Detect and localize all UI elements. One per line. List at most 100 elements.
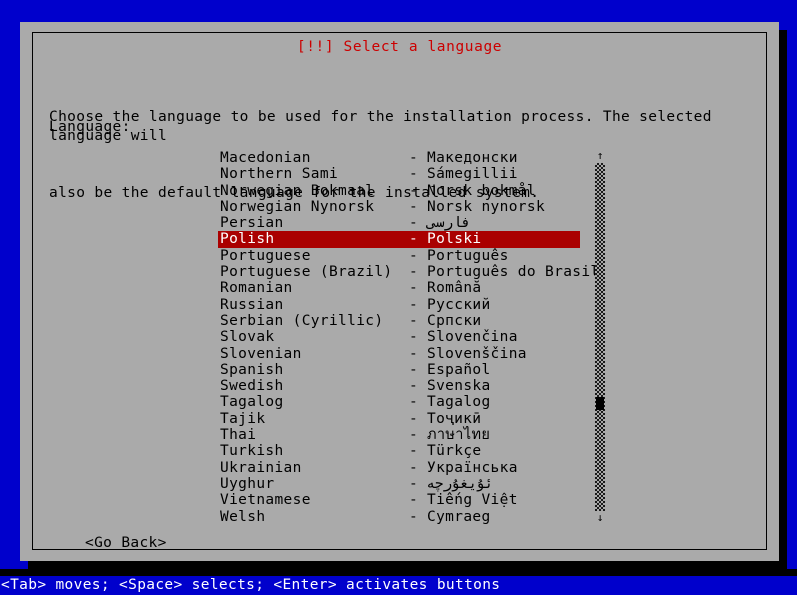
language-name: Spanish <box>220 361 284 378</box>
language-list-item[interactable]: Portuguese (Brazil) - Português do Brasil <box>218 264 599 281</box>
language-name: Uyghur <box>220 475 275 492</box>
scroll-down-arrow-icon[interactable]: ↓ <box>595 512 605 524</box>
language-list-item[interactable]: Northern Sami - Sámegillii <box>218 166 580 182</box>
language-name: Turkish <box>220 443 284 460</box>
language-field-label: Language: <box>49 119 131 135</box>
language-separator: - <box>409 329 419 346</box>
language-list-item[interactable]: Thai - ภาษาไทย <box>218 427 580 443</box>
language-separator: - <box>409 215 419 232</box>
language-list-item[interactable]: Tagalog - Tagalog <box>218 394 580 410</box>
language-separator: - <box>409 312 419 329</box>
screen-bottom-gap <box>0 569 797 576</box>
language-name: Romanian <box>220 280 293 297</box>
language-list-item[interactable]: Persian - فارسی <box>218 215 580 231</box>
language-separator: - <box>409 150 419 166</box>
language-native-name: Português <box>427 247 509 264</box>
language-native-name: Русский <box>427 296 491 313</box>
language-native-name: Español <box>427 361 491 378</box>
language-separator: - <box>409 198 419 215</box>
language-native-name: Tagalog <box>427 394 491 411</box>
language-list-item[interactable]: Turkish - Türkçe <box>218 443 580 459</box>
language-native-name: Српски <box>427 312 482 329</box>
language-native-name: Polski <box>427 231 482 248</box>
language-separator: - <box>409 182 419 199</box>
language-list[interactable]: Macedonian - Македонски Northern Sami - Sámeg… <box>218 150 599 525</box>
language-name: Russian <box>220 296 284 313</box>
language-separator: - <box>409 459 419 476</box>
language-list-item[interactable]: Norwegian Bokmaal - Norsk bokmål <box>218 183 580 199</box>
language-name: Macedonian <box>220 150 311 166</box>
scroll-up-arrow-icon[interactable]: ↑ <box>595 150 605 162</box>
go-back-button[interactable]: <Go Back> <box>85 535 167 552</box>
language-separator: - <box>409 378 419 395</box>
language-list-item[interactable]: Slovak - Slovenčina <box>218 329 580 345</box>
language-list-item[interactable]: Uyghur - ئۇيغۇرچە <box>218 476 580 492</box>
scrollbar-track[interactable] <box>595 163 605 511</box>
language-native-name: Tiếng Việt <box>427 492 518 509</box>
language-list-item[interactable]: Serbian (Cyrillic) - Српски <box>218 313 580 329</box>
language-separator: - <box>409 280 419 297</box>
language-native-name: Norsk bokmål <box>427 182 536 199</box>
language-name: Thai <box>220 427 257 444</box>
language-separator: - <box>409 410 419 427</box>
language-native-name: Sámegillii <box>427 166 518 183</box>
language-separator: - <box>409 345 419 362</box>
language-list-item[interactable]: Spanish - Español <box>218 362 580 378</box>
language-list-item[interactable]: Slovenian - Slovenščina <box>218 346 580 362</box>
language-separator: - <box>409 443 419 460</box>
language-list-item[interactable]: Welsh - Cymraeg <box>218 509 580 525</box>
language-name: Norwegian Nynorsk <box>220 198 375 215</box>
language-name: Persian <box>220 215 284 232</box>
installer-screen: [!!] Select a language Choose the langua… <box>0 0 797 595</box>
language-native-name: Slovenčina <box>427 329 518 346</box>
language-list-item[interactable]: Ukrainian - Українська <box>218 460 580 476</box>
language-native-name: ภาษาไทย <box>427 427 491 444</box>
language-name: Tajik <box>220 410 266 427</box>
language-separator: - <box>409 492 419 509</box>
language-name: Norwegian Bokmaal <box>220 182 375 199</box>
language-native-name: Українська <box>427 459 518 476</box>
language-name: Swedish <box>220 378 284 395</box>
language-separator: - <box>409 264 419 281</box>
language-native-name: ئۇيغۇرچە <box>427 475 494 492</box>
language-separator: - <box>409 231 419 248</box>
language-native-name: فارسی <box>427 215 471 232</box>
language-name: Vietnamese <box>220 492 311 509</box>
language-native-name: Тоҷикӣ <box>427 410 482 427</box>
language-list-item[interactable]: Tajik - Тоҷикӣ <box>218 411 580 427</box>
language-native-name: Cymraeg <box>427 508 491 525</box>
language-list-item[interactable]: Vietnamese - Tiếng Việt <box>218 492 580 508</box>
language-native-name: Svenska <box>427 378 491 395</box>
language-list-item[interactable]: Russian - Русский <box>218 297 580 313</box>
language-name: Portuguese (Brazil) <box>220 264 393 281</box>
select-language-dialog: [!!] Select a language Choose the langua… <box>20 22 779 561</box>
language-native-name: Türkçe <box>427 443 482 460</box>
language-separator: - <box>409 394 419 411</box>
language-name: Tagalog <box>220 394 284 411</box>
language-list-item[interactable]: Romanian - Română <box>218 280 580 296</box>
language-list-scrollbar[interactable]: ↑ ↓ <box>595 150 605 524</box>
dialog-description-line-1: Choose the language to be used for the i… <box>49 109 721 144</box>
language-native-name: Norsk nynorsk <box>427 198 546 215</box>
language-list-item[interactable]: Norwegian Nynorsk - Norsk nynorsk <box>218 199 580 215</box>
language-name: Serbian (Cyrillic) <box>220 312 384 329</box>
language-separator: - <box>409 508 419 525</box>
language-separator: - <box>409 166 419 183</box>
language-list-item[interactable]: Macedonian - Македонски <box>218 150 580 166</box>
language-native-name: Македонски <box>427 150 518 166</box>
scrollbar-thumb[interactable] <box>596 397 604 410</box>
language-native-name: Română <box>427 280 482 297</box>
language-name: Portuguese <box>220 247 311 264</box>
language-separator: - <box>409 247 419 264</box>
language-list-item[interactable]: Swedish - Svenska <box>218 378 580 394</box>
language-separator: - <box>409 427 419 444</box>
language-separator: - <box>409 296 419 313</box>
language-separator: - <box>409 361 419 378</box>
language-name: Ukrainian <box>220 459 302 476</box>
status-bar: <Tab> moves; <Space> selects; <Enter> ac… <box>0 576 797 595</box>
language-name: Polish <box>220 231 275 248</box>
language-native-name: Slovenščina <box>427 345 527 362</box>
language-name: Slovak <box>220 329 275 346</box>
language-list-item[interactable]: Polish - Polski <box>218 231 580 248</box>
language-list-item[interactable]: Portuguese - Português <box>218 248 580 264</box>
